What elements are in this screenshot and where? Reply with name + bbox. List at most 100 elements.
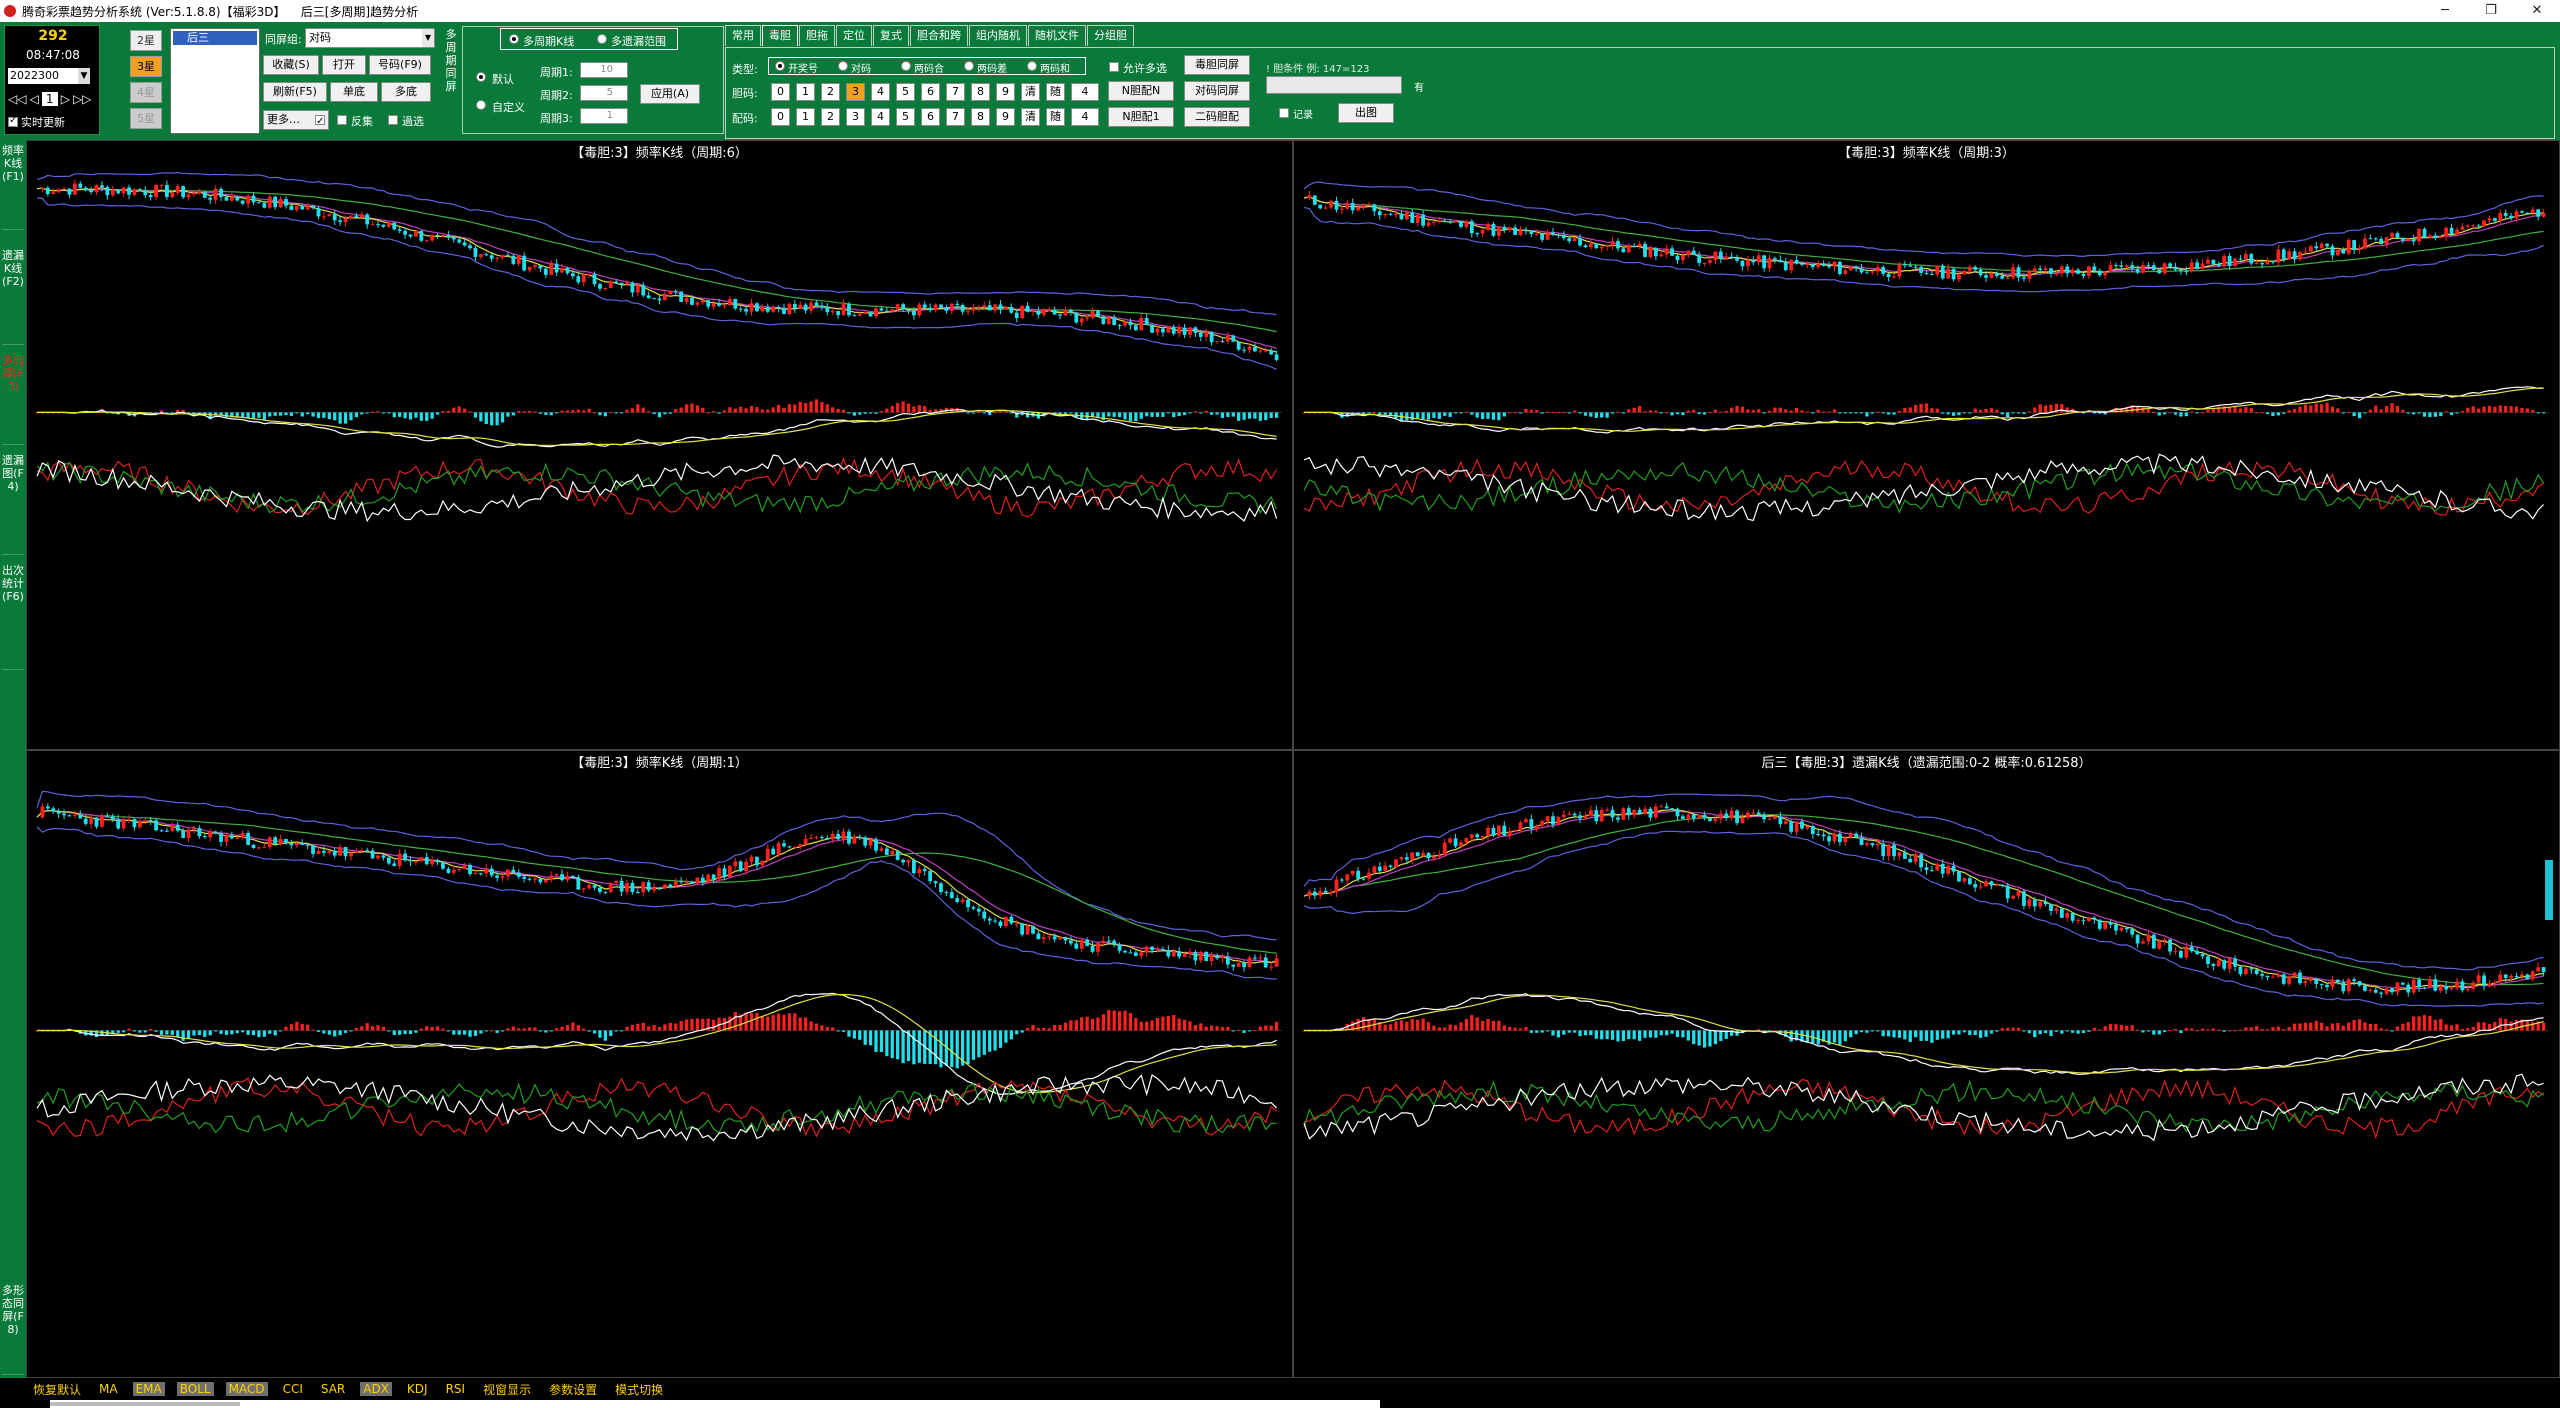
type-radio-3[interactable] [964,61,974,71]
n-pair-1-button[interactable]: N胆配1 [1108,107,1174,127]
issue-dropdown-icon[interactable]: ▼ [78,68,90,84]
record-checkbox[interactable] [1279,108,1289,118]
issue-field[interactable]: 2022300 [8,68,78,84]
two-code-pair-button[interactable]: 二码胆配 [1184,107,1250,127]
tab-7[interactable]: 随机文件 [1028,25,1086,46]
indicator-1[interactable]: MA [96,1382,121,1396]
indicator-0[interactable]: 恢复默认 [30,1381,84,1398]
pair-digit-3[interactable]: 3 [846,108,865,126]
tab-3[interactable]: 定位 [836,25,872,46]
pair-digit-6[interactable]: 6 [921,108,940,126]
first-icon[interactable]: ◁◁ [8,92,26,106]
star-5-button[interactable]: 5星 [130,108,162,129]
star-3-button[interactable]: 3星 [130,56,162,77]
gall-digit-7[interactable]: 7 [946,83,965,101]
gall-digit-2[interactable]: 2 [821,83,840,101]
star-2-button[interactable]: 2星 [130,30,162,51]
type-radio-2[interactable] [901,61,911,71]
more-checkbox[interactable] [315,113,325,131]
page-field[interactable]: 1 [41,92,58,106]
gall-random-button[interactable]: 随 [1046,83,1065,101]
gall-digit-3[interactable]: 3 [846,83,865,101]
nav-item-0[interactable]: 频率K线(F1) [2,140,24,230]
next-icon[interactable]: ▷ [61,92,70,106]
period-3-input[interactable]: 1 [580,108,628,124]
gall-clear-button[interactable]: 清 [1021,83,1040,101]
nav-item-5[interactable]: 多形态同屏(F8) [2,1280,24,1375]
radio-custom[interactable] [476,100,486,110]
prev-icon[interactable]: ◁ [29,92,38,106]
position-list[interactable]: 后三 [170,28,260,134]
indicator-9[interactable]: RSI [443,1382,469,1396]
tab-4[interactable]: 复式 [873,25,909,46]
gall-digit-6[interactable]: 6 [921,83,940,101]
kline-chart[interactable] [1294,751,2560,1379]
type-radio-0[interactable] [775,61,785,71]
pair-digit-5[interactable]: 5 [896,108,915,126]
pair-same-screen-button[interactable]: 对码同屏 [1184,81,1250,101]
radio-multi-miss[interactable] [597,34,607,44]
kline-chart[interactable] [27,141,1294,751]
tab-1[interactable]: 毒胆 [762,25,798,46]
tab-5[interactable]: 胆合和跨 [910,25,968,46]
apply-button[interactable]: 应用(A) [640,84,700,104]
more-button[interactable]: 更多… [263,110,329,131]
indicator-5[interactable]: CCI [280,1382,306,1396]
star-4-button[interactable]: 4星 [130,82,162,103]
minimize-button[interactable]: ─ [2422,0,2468,22]
indicator-11[interactable]: 参数设置 [546,1381,600,1398]
indicator-12[interactable]: 模式切换 [612,1381,666,1398]
nav-item-4[interactable]: 出次统计(F6) [2,560,24,670]
reverse-checkbox[interactable] [337,115,347,125]
close-button[interactable]: ✕ [2514,0,2560,22]
gall-digit-8[interactable]: 8 [971,83,990,101]
filter-checkbox[interactable] [388,115,398,125]
indicator-4[interactable]: MACD [225,1382,268,1396]
pair-digit-0[interactable]: 0 [771,108,790,126]
pair-random-count[interactable]: 4 [1071,108,1099,126]
type-radio-1[interactable] [838,61,848,71]
indicator-3[interactable]: BOLL [176,1382,214,1396]
indicator-8[interactable]: KDJ [404,1382,431,1396]
horizontal-scrollbar[interactable] [50,1400,1380,1408]
open-button[interactable]: 打开 [322,55,366,75]
indicator-6[interactable]: SAR [318,1382,348,1396]
pair-digit-4[interactable]: 4 [871,108,890,126]
gall-digit-9[interactable]: 9 [996,83,1015,101]
nav-item-3[interactable]: 遗漏图(F4) [2,450,24,555]
pair-digit-1[interactable]: 1 [796,108,815,126]
same-screen-button[interactable]: 毒胆同屏 [1184,55,1250,75]
kline-chart[interactable] [1294,141,2560,751]
tab-0[interactable]: 常用 [725,25,761,46]
indicator-2[interactable]: EMA [132,1382,165,1396]
radio-default[interactable] [476,72,486,82]
pair-digit-9[interactable]: 9 [996,108,1015,126]
gall-digit-5[interactable]: 5 [896,83,915,101]
list-item[interactable]: 后三 [173,31,257,45]
pair-random-button[interactable]: 随 [1046,108,1065,126]
scrollbar-thumb[interactable] [50,1402,240,1406]
pair-digit-2[interactable]: 2 [821,108,840,126]
tab-6[interactable]: 组内随机 [969,25,1027,46]
pair-clear-button[interactable]: 清 [1021,108,1040,126]
pair-digit-8[interactable]: 8 [971,108,990,126]
indicator-10[interactable]: 视窗显示 [480,1381,534,1398]
maximize-button[interactable]: ❐ [2468,0,2514,22]
gall-random-count[interactable]: 4 [1071,83,1099,101]
refresh-button[interactable]: 刷新(F5) [263,82,327,102]
nav-item-2[interactable]: 多周期(F3) [2,350,24,445]
tab-8[interactable]: 分组胆 [1087,25,1134,46]
favorite-button[interactable]: 收藏(S) [263,55,319,75]
number-button[interactable]: 号码(F9) [369,55,431,75]
n-pair-n-button[interactable]: N胆配N [1108,81,1174,101]
indicator-7[interactable]: ADX [360,1382,392,1396]
output-chart-button[interactable]: 出图 [1338,103,1394,123]
gall-digit-1[interactable]: 1 [796,83,815,101]
multi-base-button[interactable]: 多底 [381,82,431,102]
radio-multi-k[interactable] [509,34,519,44]
vertical-scroll-thumb[interactable] [2545,860,2553,920]
period-2-input[interactable]: 5 [580,85,628,101]
condition-input[interactable] [1266,76,1402,94]
tab-2[interactable]: 胆拖 [799,25,835,46]
pair-digit-7[interactable]: 7 [946,108,965,126]
